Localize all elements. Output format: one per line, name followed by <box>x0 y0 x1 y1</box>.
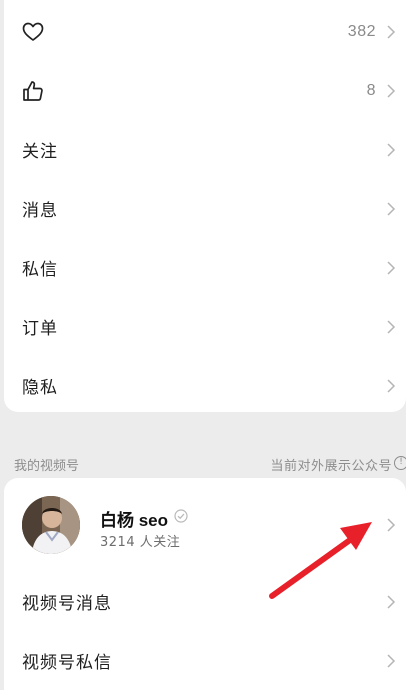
chevron-right-icon <box>387 142 396 157</box>
private-messages-label: 私信 <box>22 260 58 280</box>
follower-count: 3214 人关注 <box>100 535 181 550</box>
avatar <box>22 496 80 554</box>
display-account-link[interactable]: 当前对外展示公众号 <box>270 455 392 474</box>
chevron-right-icon <box>387 594 396 609</box>
verified-badge-icon <box>174 508 188 523</box>
follow-row[interactable]: 关注 <box>4 120 406 179</box>
chevron-right-icon <box>387 260 396 275</box>
channel-name: 白杨 seo <box>100 511 169 530</box>
chevron-right-icon <box>387 518 396 532</box>
private-messages-row[interactable]: 私信 <box>4 238 406 297</box>
heart-icon <box>22 20 46 44</box>
channel-profile-row[interactable]: 白杨 seo 3214 人关注 <box>4 478 406 572</box>
messages-row[interactable]: 消息 <box>4 179 406 238</box>
channel-messages-label: 视频号消息 <box>22 594 112 614</box>
orders-row[interactable]: 订单 <box>4 297 406 356</box>
messages-label: 消息 <box>22 201 58 221</box>
chevron-right-icon <box>387 319 396 334</box>
favorites-row[interactable]: 382 <box>4 2 406 61</box>
chevron-right-icon <box>387 24 396 39</box>
section-title: 我的视频号 <box>14 459 80 474</box>
favorites-count: 382 <box>347 22 376 40</box>
chevron-right-icon <box>387 83 396 98</box>
chevron-right-icon <box>387 201 396 216</box>
info-icon[interactable]: ! <box>394 456 406 470</box>
follow-label: 关注 <box>22 142 58 162</box>
privacy-row[interactable]: 隐私 <box>4 356 406 415</box>
privacy-label: 隐私 <box>22 378 58 398</box>
orders-label: 订单 <box>22 319 58 339</box>
thumbs-up-icon <box>22 79 46 103</box>
likes-row[interactable]: 8 <box>4 61 406 120</box>
channels-section-header: 我的视频号 当前对外展示公众号 ! <box>14 452 406 474</box>
channel-card: 白杨 seo 3214 人关注 视频号消息 视频号私信 <box>4 478 406 690</box>
chevron-right-icon <box>387 378 396 393</box>
channel-private-messages-label: 视频号私信 <box>22 653 112 673</box>
likes-count: 8 <box>366 81 376 99</box>
channel-private-messages-row[interactable]: 视频号私信 <box>4 631 406 690</box>
settings-card: 382 8 关注 消息 私信 订单 隐私 <box>4 0 406 412</box>
channel-messages-row[interactable]: 视频号消息 <box>4 572 406 631</box>
chevron-right-icon <box>387 653 396 668</box>
